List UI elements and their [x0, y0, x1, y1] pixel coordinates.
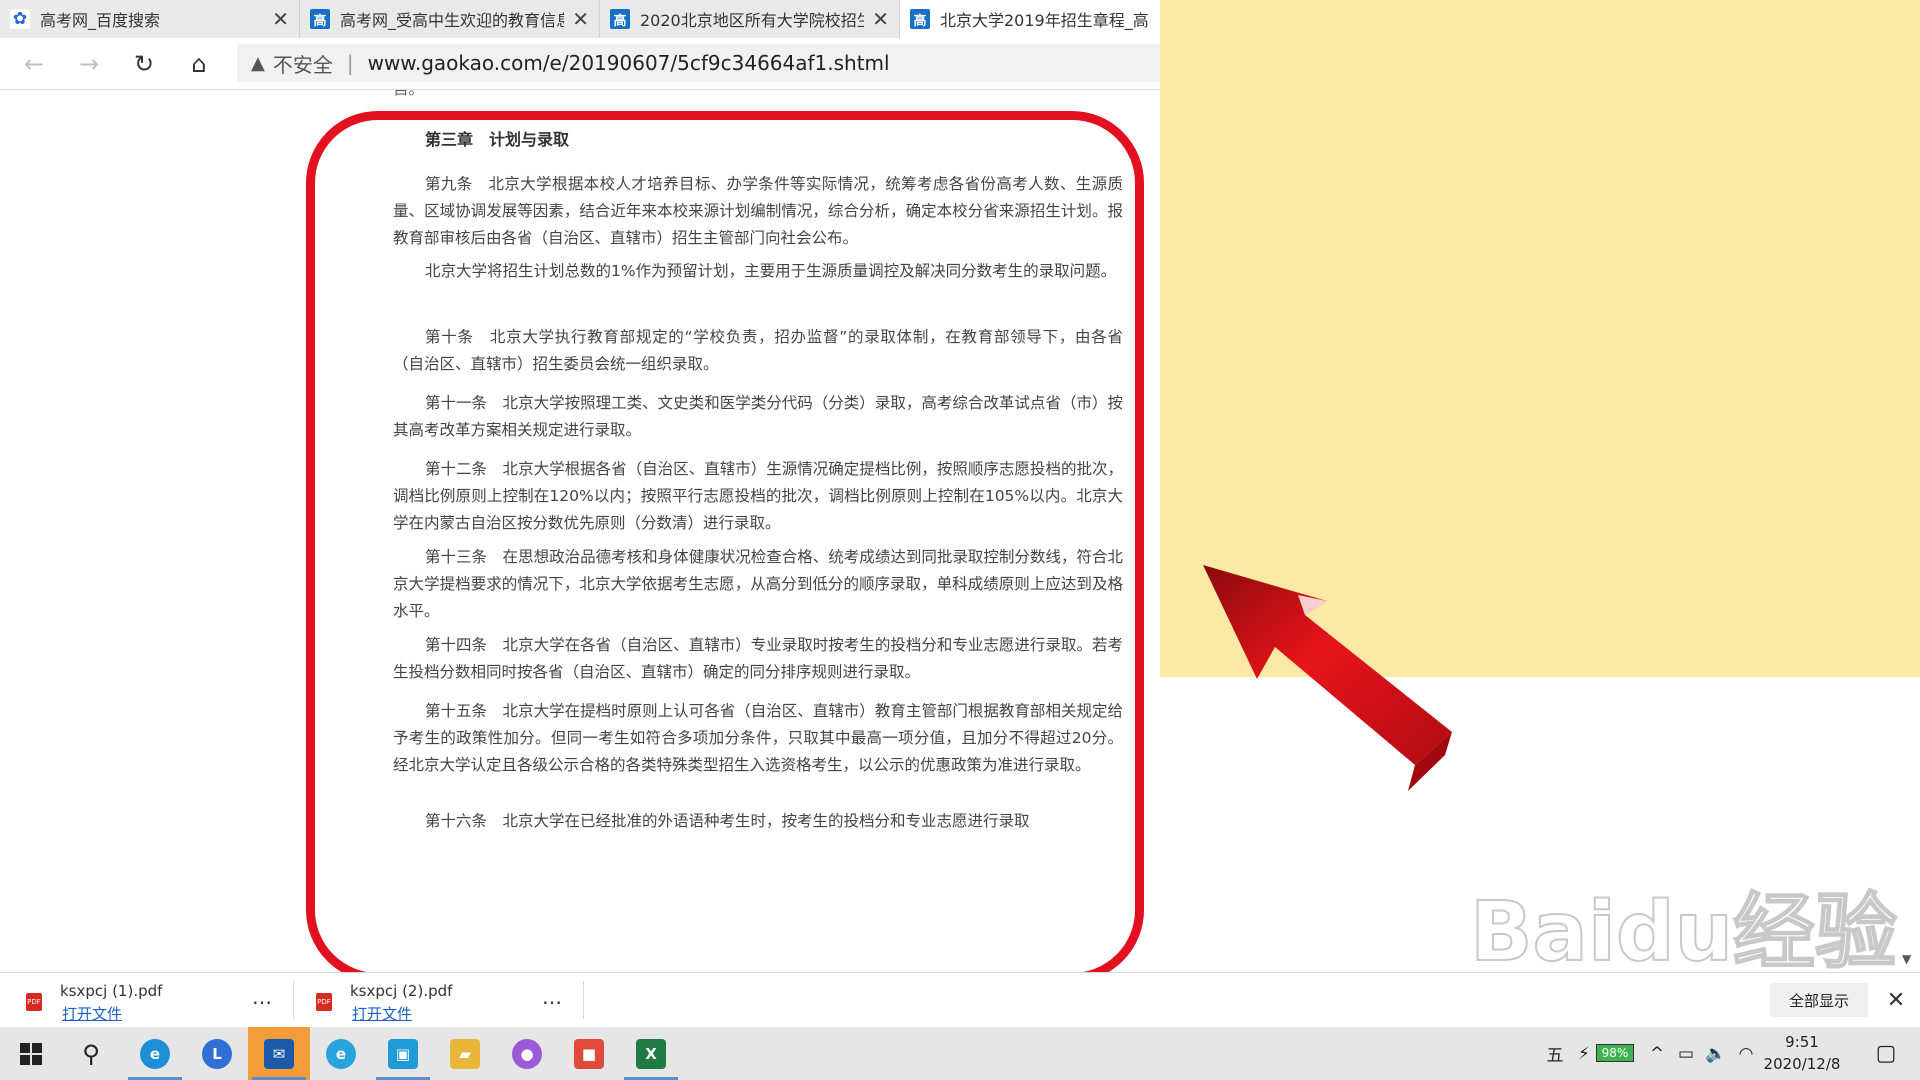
clock[interactable]: 9:51 2020/12/8: [1762, 1031, 1842, 1075]
red-arrow-icon: [1203, 565, 1452, 791]
show-hidden-icons-chevron-icon[interactable]: ^: [1644, 1027, 1670, 1080]
excel-icon: X: [636, 1038, 666, 1069]
clock-time: 9:51: [1785, 1033, 1819, 1051]
taskbar-paint-3d[interactable]: ●: [496, 1027, 558, 1080]
l-app-icon: L: [202, 1038, 232, 1069]
search-icon: ⚲: [82, 1039, 100, 1068]
insecure-label[interactable]: 不安全: [273, 49, 333, 78]
article-paragraph: 第十条 北京大学执行教育部规定的“学校负责，招办监督”的录取体制，在教育部领导下…: [393, 328, 1123, 373]
more-options-button[interactable]: …: [542, 985, 563, 1009]
article-paragraph: 第十四条 北京大学在各省（自治区、直辖市）专业录取时按考生的投档分和专业志愿进行…: [393, 636, 1123, 681]
start-button[interactable]: [0, 1027, 62, 1080]
download-filename: ksxpcj (1).pdf: [60, 982, 163, 1000]
scroll-down-arrow[interactable]: ▼: [1902, 952, 1911, 966]
article-paragraph: 第十一条 北京大学按照理工类、文史类和医学类分代码（分类）录取，高考综合改革试点…: [393, 394, 1123, 439]
ie-browser-icon: e: [326, 1038, 356, 1069]
close-icon[interactable]: ✕: [872, 7, 889, 31]
home-button[interactable]: ⌂: [183, 48, 215, 80]
article-paragraph: 第十二条 北京大学根据各省（自治区、直辖市）生源情况确定提档比例，按照顺序志愿投…: [393, 460, 1123, 532]
show-all-button[interactable]: 全部显示: [1770, 983, 1868, 1017]
power-icon[interactable]: ⚡: [1574, 1027, 1594, 1080]
recorder-icon: ■: [574, 1038, 604, 1069]
pdf-icon: PDF: [26, 993, 42, 1011]
edge-browser-icon: e: [140, 1038, 170, 1069]
taskbar-edge[interactable]: e: [124, 1027, 186, 1080]
taskbar-file-explorer[interactable]: ▰: [434, 1027, 496, 1080]
download-item[interactable]: PDF ksxpcj (1).pdf 打开文件 …: [0, 979, 290, 1023]
tab-gaokao-home[interactable]: 高 高考网_受高中生欢迎的教育信息 ✕: [300, 0, 600, 38]
forward-button[interactable]: →: [73, 48, 105, 80]
close-icon[interactable]: ✕: [572, 7, 589, 31]
gaokao-icon: 高: [610, 9, 630, 29]
more-options-button[interactable]: …: [252, 985, 273, 1009]
article-paragraph: 第九条 北京大学根据本校人才培养目标、办学条件等实际情况，统筹考虑各省份高考人数…: [393, 175, 1123, 247]
chapter-title: 第三章 计划与录取: [425, 130, 570, 149]
url-text[interactable]: www.gaokao.com/e/20190607/5cf9c34664af1.…: [368, 51, 890, 75]
article-paragraph: 北京大学将招生计划总数的1%作为预留计划，主要用于生源质量调控及解决同分数考生的…: [425, 262, 1117, 280]
gaokao-icon: 高: [310, 9, 330, 29]
tab-label: 高考网_受高中生欢迎的教育信息: [340, 11, 565, 30]
tab-baidu-search[interactable]: ✿ 高考网_百度搜索 ✕: [0, 0, 300, 38]
navigation-bar: ← → ↻ ⌂ ▲ 不安全 | www.gaokao.com/e/2019060…: [0, 38, 1160, 90]
taskbar: ⚲ e L ✉ e ▣ ▰ ● ■ X 五 ⚡ 98% ^ ▭ 🔈 ◠ 9:51…: [0, 1027, 1920, 1080]
back-button[interactable]: ←: [18, 48, 50, 80]
search-button[interactable]: ⚲: [60, 1027, 122, 1080]
warning-icon[interactable]: ▲: [251, 53, 265, 74]
article-paragraph: 第十五条 北京大学在提档时原则上认可各省（自治区、直辖市）教育主管部门根据教育部…: [393, 702, 1123, 774]
open-file-link[interactable]: 打开文件: [352, 1003, 412, 1024]
tab-label: 北京大学2019年招生章程_高考网: [940, 11, 1150, 30]
taskbar-ie[interactable]: e: [310, 1027, 372, 1080]
page-content: 自。 第三章 计划与录取 第九条 北京大学根据本校人才培养目标、办学条件等实际情…: [0, 90, 1160, 972]
address-separator: |: [346, 51, 354, 75]
close-downloads-button[interactable]: ✕: [1880, 983, 1912, 1017]
battery-percent-badge[interactable]: 98%: [1596, 1044, 1634, 1062]
article-paragraph: 第十六条 北京大学在已经批准的外语语种考生时，按考生的投档分和专业志愿进行录取: [425, 812, 1030, 830]
taskbar-mail[interactable]: ✉: [248, 1027, 310, 1080]
download-item[interactable]: PDF ksxpcj (2).pdf 打开文件 …: [290, 979, 580, 1023]
open-file-link[interactable]: 打开文件: [62, 1003, 122, 1024]
downloads-bar: PDF ksxpcj (1).pdf 打开文件 … PDF ksxpcj (2)…: [0, 972, 1920, 1027]
taskbar-desktop-app[interactable]: ▣: [372, 1027, 434, 1080]
desktop-app-icon: ▣: [388, 1038, 418, 1069]
windows-logo-icon: [20, 1042, 42, 1065]
taskbar-l-app[interactable]: L: [186, 1027, 248, 1080]
paint-3d-icon: ●: [512, 1038, 542, 1069]
article-paragraph: 第十三条 在思想政治品德考核和身体健康状况检查合格、统考成绩达到同批录取控制分数…: [393, 548, 1123, 620]
tab-label: 2020北京地区所有大学院校招生: [640, 11, 865, 30]
gaokao-icon: 高: [910, 9, 930, 29]
previous-text-fragment: 自。: [393, 90, 424, 103]
close-icon[interactable]: ✕: [272, 7, 289, 31]
taskbar-excel[interactable]: X: [620, 1027, 682, 1080]
taskbar-recorder[interactable]: ■: [558, 1027, 620, 1080]
tab-strip: ✿ 高考网_百度搜索 ✕ 高 高考网_受高中生欢迎的教育信息 ✕ 高 2020北…: [0, 0, 1160, 38]
ime-indicator[interactable]: 五: [1540, 1027, 1570, 1080]
tab-beijing-universities[interactable]: 高 2020北京地区所有大学院校招生 ✕: [600, 0, 900, 38]
notification-icon[interactable]: ▢: [1866, 1027, 1906, 1080]
refresh-button[interactable]: ↻: [128, 48, 160, 80]
wifi-icon[interactable]: ◠: [1732, 1027, 1760, 1080]
tab-label: 高考网_百度搜索: [40, 11, 161, 30]
mail-icon: ✉: [264, 1038, 294, 1069]
address-field[interactable]: ▲ 不安全 | www.gaokao.com/e/20190607/5cf9c3…: [237, 44, 1160, 82]
clock-date: 2020/12/8: [1763, 1055, 1841, 1073]
pdf-icon: PDF: [316, 993, 332, 1011]
file-explorer-icon: ▰: [450, 1038, 480, 1069]
tab-pku-admission[interactable]: 高 北京大学2019年招生章程_高考网: [900, 0, 1160, 38]
divider: [583, 981, 584, 1019]
download-filename: ksxpcj (2).pdf: [350, 982, 453, 1000]
paw-icon: ✿: [10, 9, 30, 29]
battery-icon[interactable]: ▭: [1672, 1027, 1700, 1080]
volume-icon[interactable]: 🔈: [1702, 1027, 1730, 1080]
